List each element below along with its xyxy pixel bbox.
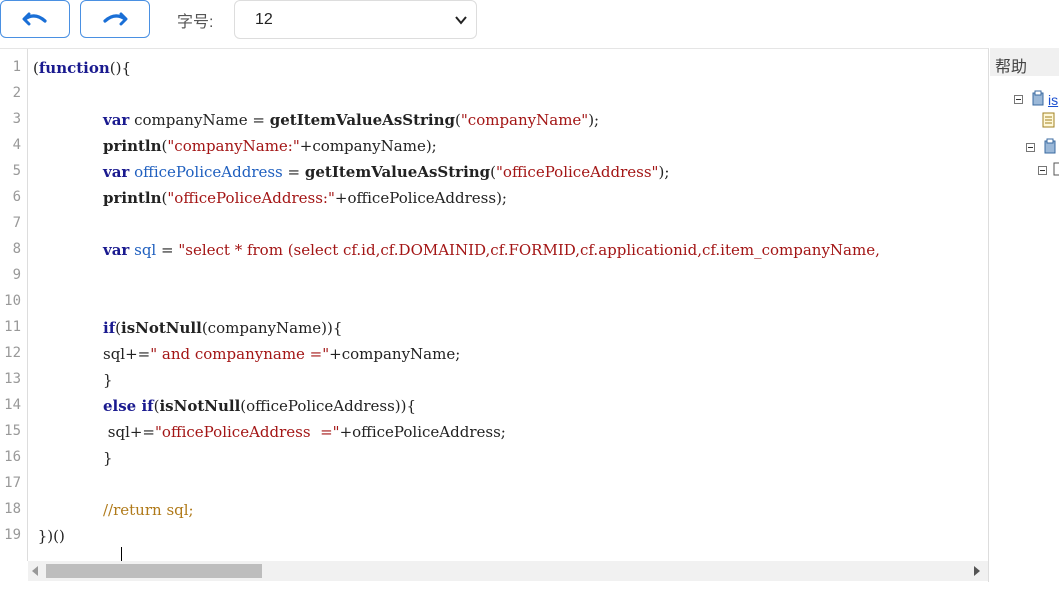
- line-number: 15: [4, 423, 21, 439]
- line-number: 9: [12, 267, 21, 283]
- folder-icon: [1053, 162, 1059, 176]
- toolbar: 字号: 12: [0, 0, 1059, 48]
- line-number: 3: [12, 111, 21, 127]
- line-number: 5: [12, 163, 21, 179]
- code-line-5: var officePoliceAddress = getItemValueAs…: [103, 163, 670, 181]
- code-area[interactable]: (function(){ var companyName = getItemVa…: [33, 49, 988, 561]
- code-line-12: sql+=" and companyname ="+companyName;: [103, 345, 461, 363]
- line-number: 4: [12, 137, 21, 153]
- tree-node[interactable]: [990, 112, 1059, 130]
- code-line-3: var companyName = getItemValueAsString("…: [103, 111, 600, 129]
- line-number: 2: [12, 85, 21, 101]
- code-line-13: }: [103, 371, 113, 389]
- code-line-6: println("officePoliceAddress:"+officePol…: [103, 189, 507, 207]
- line-number: 19: [4, 527, 21, 543]
- font-size-label: 字号:: [177, 14, 214, 31]
- code-line-19: })(): [33, 527, 65, 545]
- line-number: 17: [4, 475, 21, 491]
- code-line-18: //return sql;: [103, 501, 194, 519]
- line-number: 12: [4, 345, 21, 361]
- line-number: 8: [12, 241, 21, 257]
- scroll-right-arrow-icon[interactable]: [974, 566, 980, 576]
- line-number: 16: [4, 449, 21, 465]
- code-line-11: if(isNotNull(companyName)){: [103, 319, 343, 337]
- collapse-icon[interactable]: [1014, 95, 1023, 104]
- line-number: 6: [12, 189, 21, 205]
- code-line-16: }: [103, 449, 113, 467]
- line-number: 14: [4, 397, 21, 413]
- horizontal-scrollbar[interactable]: [28, 561, 988, 581]
- redo-button[interactable]: [80, 0, 150, 38]
- code-line-4: println("companyName:"+companyName);: [103, 137, 437, 155]
- code-line-8: var sql = "select * from (select cf.id,c…: [103, 241, 880, 259]
- tree-node[interactable]: is: [990, 90, 1059, 108]
- font-size-value: 12: [255, 11, 273, 28]
- chevron-down-icon: [455, 16, 467, 25]
- help-panel-header: 帮助: [990, 48, 1059, 76]
- collapse-icon[interactable]: [1026, 143, 1035, 152]
- line-number: 18: [4, 501, 21, 517]
- line-number: 13: [4, 371, 21, 387]
- package-icon: [1032, 90, 1044, 106]
- redo-icon: [103, 12, 128, 26]
- font-size-select[interactable]: 12: [234, 0, 477, 39]
- undo-button[interactable]: [0, 0, 70, 38]
- tree-node-label[interactable]: is: [1048, 92, 1058, 108]
- line-number: 1: [12, 59, 21, 75]
- line-number: 10: [4, 293, 21, 309]
- tree-node[interactable]: [990, 138, 1059, 156]
- scroll-left-arrow-icon[interactable]: [32, 566, 38, 576]
- tree-node[interactable]: [990, 161, 1059, 179]
- collapse-icon[interactable]: [1038, 166, 1047, 175]
- code-line-15: sql+="officePoliceAddress ="+officePolic…: [103, 423, 506, 441]
- help-panel: 帮助 is: [990, 48, 1059, 597]
- line-number: 7: [12, 215, 21, 231]
- line-number: 11: [4, 319, 21, 335]
- code-line-14: else if(isNotNull(officePoliceAddress)){: [103, 397, 417, 415]
- line-number-gutter: 1 2 3 4 5 6 7 8 9 10 11 12 13 14 15 16 1…: [0, 49, 28, 561]
- document-icon: [1042, 112, 1055, 128]
- undo-icon: [22, 12, 47, 26]
- code-editor[interactable]: 1 2 3 4 5 6 7 8 9 10 11 12 13 14 15 16 1…: [0, 48, 989, 582]
- help-title: 帮助: [995, 59, 1028, 76]
- scrollbar-thumb[interactable]: [46, 564, 262, 578]
- package-icon: [1044, 138, 1056, 154]
- code-line-1: (function(){: [33, 59, 132, 77]
